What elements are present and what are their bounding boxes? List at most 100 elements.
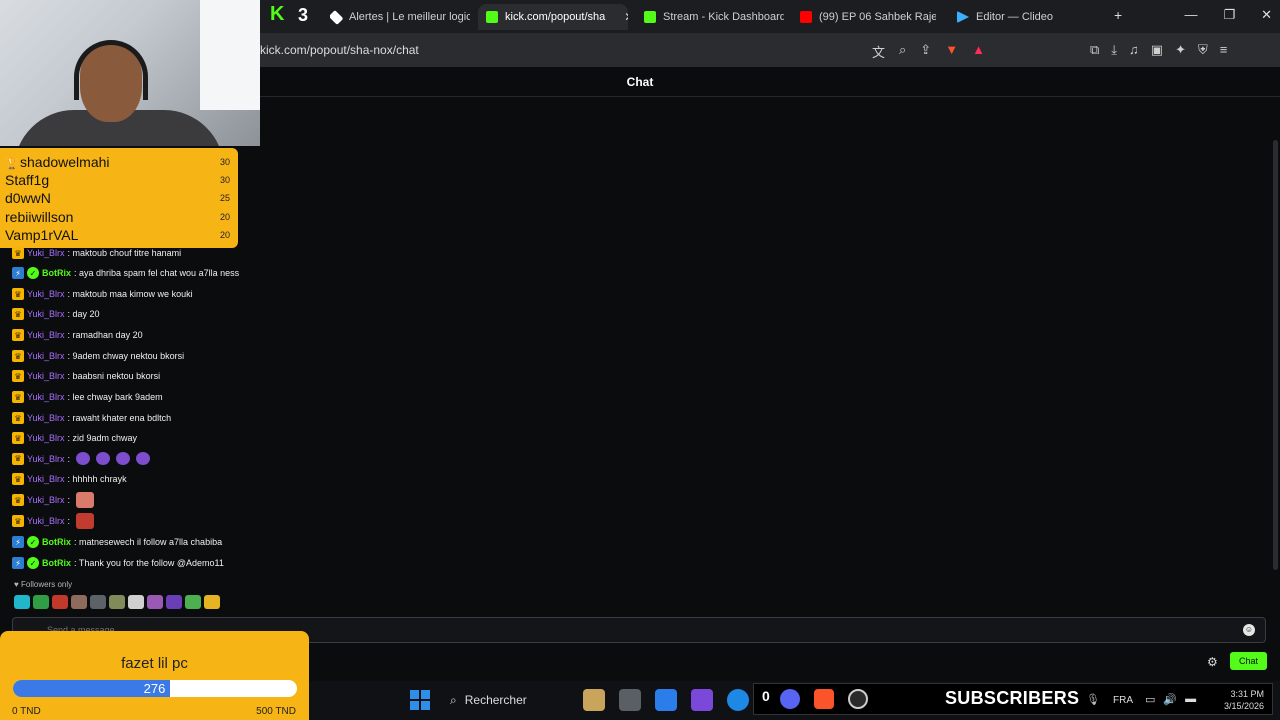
leaderboard-score: 30	[219, 175, 230, 186]
leaderboard-row: 🏆shadowelmahi 30	[5, 153, 230, 171]
window-controls: — ❐ ✕	[1184, 7, 1272, 23]
chat-username[interactable]: Yuki_Blrx	[27, 454, 65, 464]
chat-username[interactable]: Yuki_Blrx	[27, 371, 65, 381]
chat-text: : 9adem chway nektou bkorsi	[67, 351, 185, 361]
copilot-icon[interactable]	[691, 689, 713, 711]
landscape-widget-icon[interactable]	[583, 689, 605, 711]
taskbar-clock[interactable]: 3:31 PM 3/15/2026	[1212, 688, 1264, 712]
language-indicator[interactable]: FRA	[1113, 695, 1133, 706]
trophy-icon: 🏆	[5, 158, 19, 171]
windows-start-icon[interactable]	[410, 690, 430, 710]
emote-icon[interactable]	[109, 595, 125, 609]
chat-message: ♛ Yuki_Blrx: baabsni nektou bkorsi	[12, 370, 160, 382]
leaderboard-score: 25	[219, 193, 230, 204]
kick-favicon-icon	[644, 11, 656, 23]
chat-username[interactable]: Yuki_Blrx	[27, 248, 65, 258]
system-tray: ▭ 🔊 ▬	[1145, 693, 1196, 706]
emote-icon[interactable]	[90, 595, 106, 609]
brave-rewards-icon[interactable]: ▲	[972, 42, 985, 61]
edge-icon[interactable]	[727, 689, 749, 711]
chat-username[interactable]: Yuki_Blrx	[27, 433, 65, 443]
brave-shields-icon[interactable]: ▼	[945, 42, 958, 61]
taskbar-search[interactable]: ⌕ Rechercher	[442, 688, 558, 712]
kick-logo-icon[interactable]: K	[270, 3, 284, 26]
emote-icon[interactable]	[204, 595, 220, 609]
crown-icon: ♛	[12, 515, 24, 527]
chat-username[interactable]: Yuki_Blrx	[27, 351, 65, 361]
zoom-icon[interactable]: ⌕	[899, 42, 906, 61]
emoji-picker-icon[interactable]: ☺	[1243, 624, 1255, 636]
chat-message: ♛ Yuki_Blrx: day 20	[12, 308, 100, 320]
editor-app-icon[interactable]	[655, 689, 677, 711]
emote-icon[interactable]	[52, 595, 68, 609]
battery-icon[interactable]: ▬	[1185, 693, 1196, 706]
clock-time: 3:31 PM	[1230, 689, 1264, 699]
tab-kick-dashboard[interactable]: Stream - Kick Dashboard	[644, 4, 784, 30]
translate-icon[interactable]: 文	[872, 42, 885, 61]
discord-icon[interactable]	[780, 689, 800, 709]
tab-youtube[interactable]: (99) EP 06 Sahbek Rajel 2	[800, 4, 936, 30]
emote-icon[interactable]	[147, 595, 163, 609]
chat-send-button[interactable]: Chat	[1230, 652, 1267, 670]
menu-icon[interactable]: ≡	[1220, 42, 1228, 58]
taskbar-pinned-apps	[583, 689, 749, 711]
bot-badge-icon: ⚡	[12, 536, 24, 548]
crown-icon: ♛	[12, 350, 24, 362]
emote-icon[interactable]	[71, 595, 87, 609]
face-emote-icon	[76, 492, 95, 508]
chat-username[interactable]: Yuki_Blrx	[27, 330, 65, 340]
microphone-icon[interactable]: 🎙	[1086, 693, 1100, 706]
chat-username[interactable]: Yuki_Blrx	[27, 474, 65, 484]
leo-ai-icon[interactable]: ✦	[1175, 42, 1186, 58]
download-icon[interactable]: ⤓	[1111, 42, 1117, 58]
chat-username[interactable]: Yuki_Blrx	[27, 392, 65, 402]
followers-only-notice: ♥ Followers only	[14, 580, 72, 589]
purple-blob-emote-icon	[76, 452, 91, 465]
url-field[interactable]: kick.com/popout/sha-nox/chat	[260, 43, 419, 57]
emote-icon[interactable]	[166, 595, 182, 609]
maximize-icon[interactable]: ❐	[1223, 7, 1235, 23]
chat-username[interactable]: BotRix	[42, 537, 71, 547]
chat-username[interactable]: Yuki_Blrx	[27, 516, 65, 526]
emote-icon[interactable]	[185, 595, 201, 609]
obs-icon[interactable]	[848, 689, 868, 709]
chat-username[interactable]: BotRix	[42, 268, 71, 278]
chat-message: ♛ Yuki_Blrx: maktoub maa kimow we kouki	[12, 288, 193, 300]
brave-browser-icon[interactable]	[814, 689, 834, 709]
tab-kick-popout[interactable]: kick.com/popout/sha ✕	[478, 4, 628, 30]
chat-scrollbar[interactable]	[1273, 140, 1278, 570]
tab-clideo[interactable]: Editor — Clideo	[957, 4, 1087, 30]
close-window-icon[interactable]: ✕	[1261, 7, 1272, 23]
chat-message: ♛ Yuki_Blrx: zid 9adm chway	[12, 432, 137, 444]
chat-settings-icon[interactable]: ⚙	[1207, 655, 1218, 669]
vpn-icon[interactable]: ⛨	[1198, 42, 1208, 58]
close-tab-icon[interactable]: ✕	[624, 10, 628, 24]
emote-icon[interactable]	[14, 595, 30, 609]
chat-username[interactable]: BotRix	[42, 558, 71, 568]
network-icon[interactable]: ▭	[1145, 693, 1155, 706]
chat-username[interactable]: Yuki_Blrx	[27, 413, 65, 423]
new-tab-button[interactable]: +	[1114, 7, 1122, 23]
tab-alertes[interactable]: Alertes | Le meilleur logici	[330, 4, 470, 30]
emote-icon[interactable]	[33, 595, 49, 609]
volume-icon[interactable]: 🔊	[1163, 693, 1177, 706]
chat-username[interactable]: Yuki_Blrx	[27, 309, 65, 319]
share-icon[interactable]: ⇪	[920, 42, 931, 61]
chat-username[interactable]: Yuki_Blrx	[27, 289, 65, 299]
taskbar-running-apps	[780, 689, 868, 709]
webcam-overlay	[0, 0, 260, 146]
heart-icon: ♥	[14, 580, 19, 589]
tab-label: Stream - Kick Dashboard	[663, 11, 784, 23]
chat-username[interactable]: Yuki_Blrx	[27, 495, 65, 505]
minimize-icon[interactable]: —	[1184, 7, 1197, 23]
emote-icon[interactable]	[128, 595, 144, 609]
wallet-icon[interactable]: ▣	[1151, 42, 1163, 58]
chat-message: ♛ Yuki_Blrx: maktoub chouf titre hanami	[12, 247, 181, 259]
media-icon[interactable]: ♫	[1129, 42, 1139, 58]
crown-icon: ♛	[12, 412, 24, 424]
task-view-icon[interactable]	[619, 689, 641, 711]
crown-icon: ♛	[12, 494, 24, 506]
screenshot-icon[interactable]: ⧉	[1090, 42, 1099, 58]
goal-progress-bar: 276	[13, 680, 297, 697]
purple-blob-emote-icon	[136, 452, 151, 465]
